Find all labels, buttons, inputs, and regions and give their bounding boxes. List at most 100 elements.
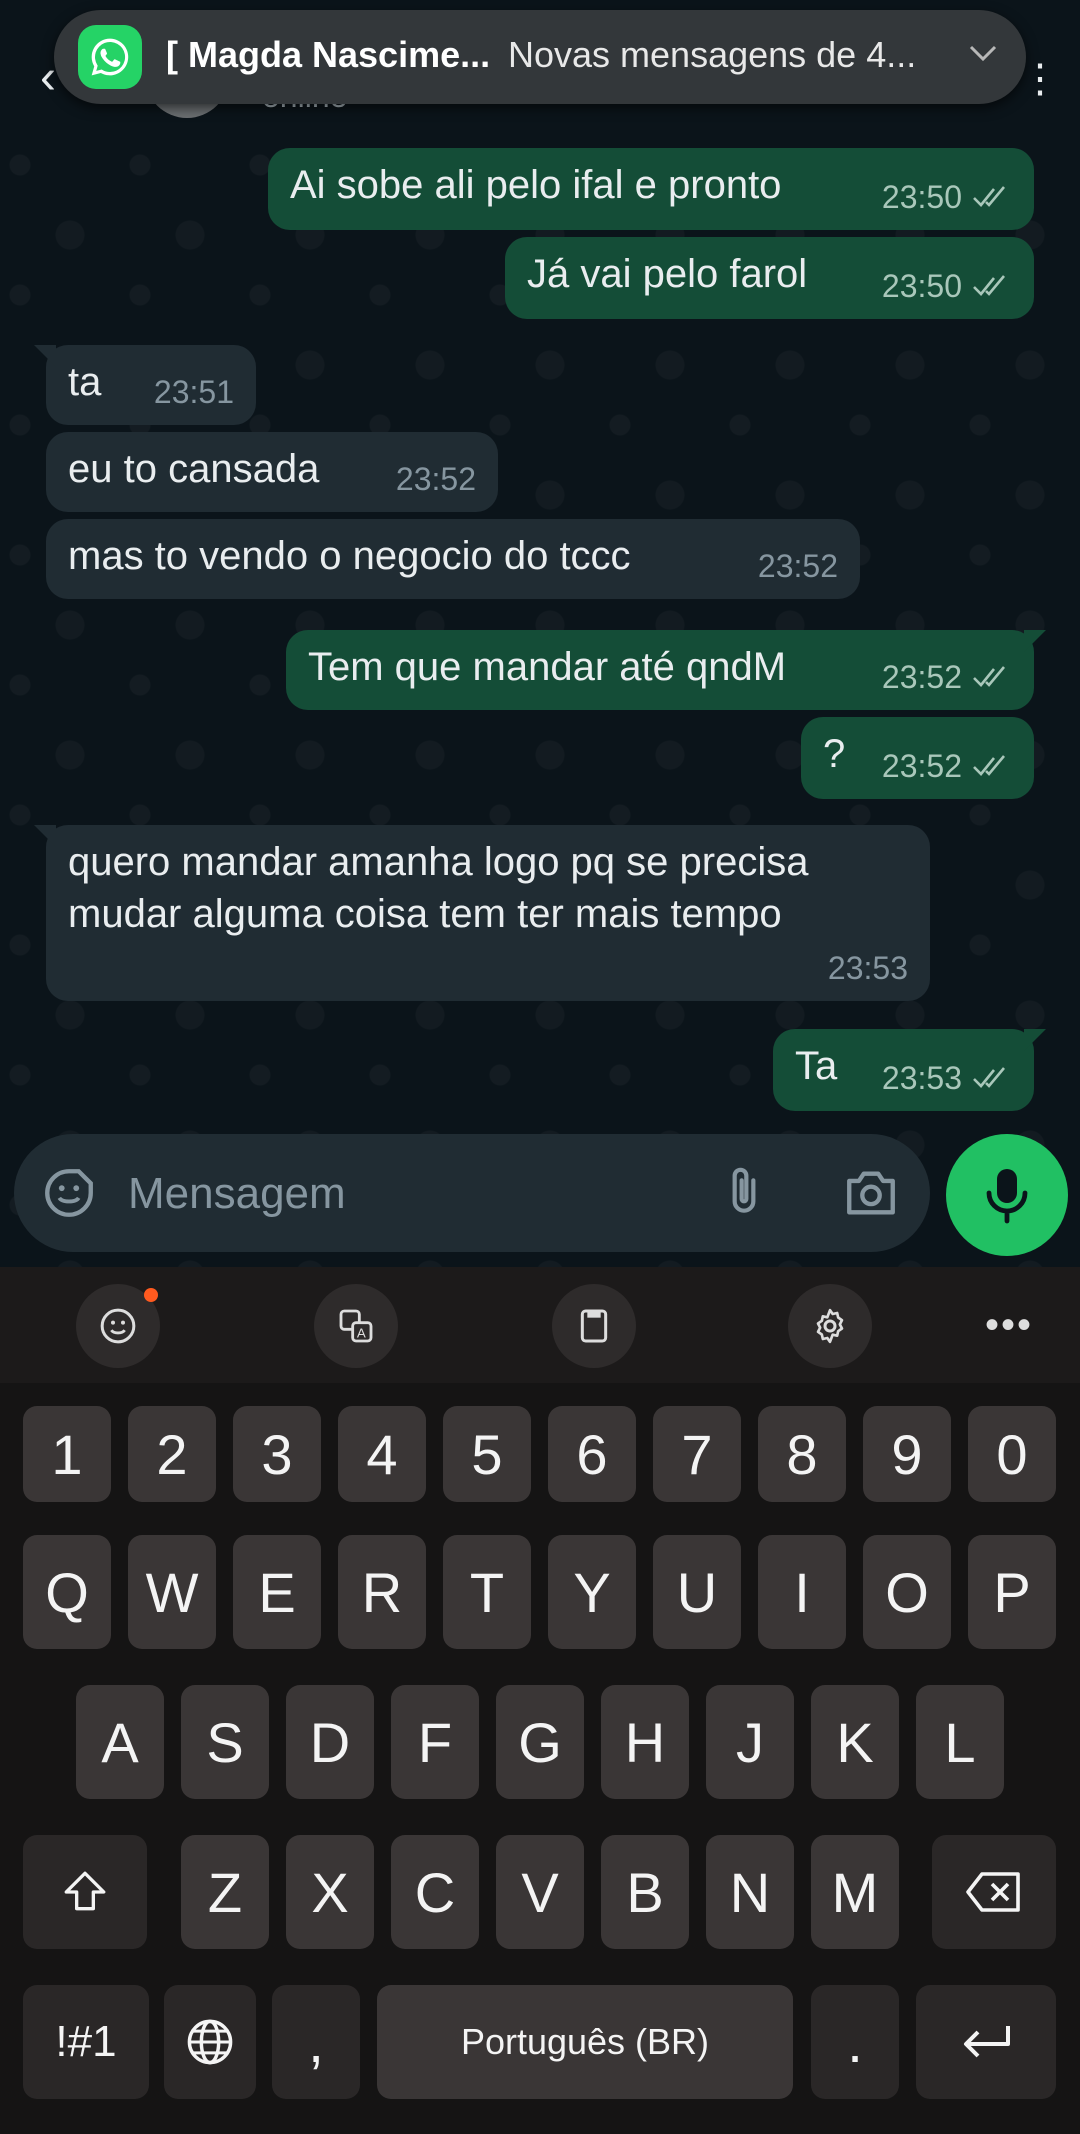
symbols-key[interactable]: !#1 — [23, 1985, 149, 2099]
message-meta: 23:52 — [882, 652, 1012, 702]
message-incoming[interactable]: eu to cansada 23:52 — [46, 432, 498, 512]
key-k[interactable]: K — [811, 1685, 899, 1799]
key-d[interactable]: D — [286, 1685, 374, 1799]
notification-dot — [144, 1288, 158, 1302]
sticker-emoji-icon[interactable] — [40, 1164, 98, 1222]
key-i[interactable]: I — [758, 1535, 846, 1649]
notification-title: [ Magda Nascime... — [166, 34, 491, 75]
message-meta: 23:53 — [882, 1053, 1012, 1103]
key-v[interactable]: V — [496, 1835, 584, 1949]
translate-icon: A — [339, 1309, 373, 1343]
whatsapp-icon — [78, 25, 142, 89]
comma-key[interactable]: , — [272, 1985, 360, 2099]
key-5[interactable]: 5 — [443, 1406, 531, 1502]
message-time: 23:52 — [395, 461, 476, 497]
shift-arrow-icon — [64, 1871, 106, 1911]
bubble-tail — [34, 345, 56, 367]
key-u[interactable]: U — [653, 1535, 741, 1649]
keyboard-settings-button[interactable] — [788, 1284, 872, 1368]
shift-key[interactable] — [23, 1835, 147, 1949]
key-p[interactable]: P — [968, 1535, 1056, 1649]
key-m[interactable]: M — [811, 1835, 899, 1949]
space-bar[interactable]: Português (BR) — [377, 1985, 793, 2099]
key-8[interactable]: 8 — [758, 1406, 846, 1502]
key-e[interactable]: E — [233, 1535, 321, 1649]
enter-key[interactable] — [916, 1985, 1056, 2099]
message-incoming[interactable]: mas to vendo o negocio do tccc 23:52 — [46, 519, 860, 599]
key-w[interactable]: W — [128, 1535, 216, 1649]
message-text-line: mudar alguma coisa tem ter mais tempo — [68, 892, 782, 936]
key-j[interactable]: J — [706, 1685, 794, 1799]
message-text: eu to cansada — [68, 447, 320, 491]
paperclip-icon[interactable] — [716, 1164, 772, 1220]
key-2[interactable]: 2 — [128, 1406, 216, 1502]
key-y[interactable]: Y — [548, 1535, 636, 1649]
bubble-tail — [1024, 1029, 1046, 1051]
key-g[interactable]: G — [496, 1685, 584, 1799]
notification-banner[interactable]: [ Magda Nascime... Novas mensagens de 4.… — [54, 10, 1026, 104]
key-o[interactable]: O — [863, 1535, 951, 1649]
key-z[interactable]: Z — [181, 1835, 269, 1949]
key-x[interactable]: X — [286, 1835, 374, 1949]
key-r[interactable]: R — [338, 1535, 426, 1649]
double-check-icon — [973, 755, 1005, 776]
key-0[interactable]: 0 — [968, 1406, 1056, 1502]
message-time: 23:53 — [827, 950, 908, 986]
key-9[interactable]: 9 — [863, 1406, 951, 1502]
clipboard-button[interactable] — [552, 1284, 636, 1368]
key-n[interactable]: N — [706, 1835, 794, 1949]
key-7[interactable]: 7 — [653, 1406, 741, 1502]
key-3[interactable]: 3 — [233, 1406, 321, 1502]
key-f[interactable]: F — [391, 1685, 479, 1799]
message-outgoing[interactable]: Tem que mandar até qndM 23:52 — [286, 630, 1046, 710]
message-outgoing[interactable]: ? 23:52 — [801, 717, 1034, 799]
message-text: mas to vendo o negocio do tccc — [68, 534, 631, 578]
message-text: Já vai pelo farol — [527, 252, 808, 296]
key-c[interactable]: C — [391, 1835, 479, 1949]
more-options-icon[interactable]: ⋮ — [1020, 56, 1060, 102]
camera-icon[interactable] — [842, 1166, 900, 1220]
message-text-line: quero mandar amanha logo pq se precisa — [68, 840, 809, 884]
message-time: 23:52 — [757, 548, 838, 584]
key-s[interactable]: S — [181, 1685, 269, 1799]
language-key[interactable] — [164, 1985, 256, 2099]
smiley-icon — [100, 1308, 136, 1344]
message-list[interactable]: Ai sobe ali pelo ifal e pronto 23:50 Já … — [0, 145, 1080, 1267]
globe-icon — [187, 2019, 233, 2065]
translate-button[interactable]: A — [314, 1284, 398, 1368]
key-q[interactable]: Q — [23, 1535, 111, 1649]
message-incoming[interactable]: quero mandar amanha logo pq se precisa m… — [34, 825, 930, 1001]
key-h[interactable]: H — [601, 1685, 689, 1799]
microphone-icon — [986, 1169, 1028, 1224]
voice-message-button[interactable] — [946, 1134, 1068, 1256]
chevron-down-icon[interactable] — [968, 44, 998, 64]
key-b[interactable]: B — [601, 1835, 689, 1949]
keyboard-toolbar: A ••• — [0, 1267, 1080, 1383]
message-input[interactable] — [126, 1164, 690, 1224]
message-incoming[interactable]: ta 23:51 — [34, 345, 256, 425]
message-composer — [14, 1134, 930, 1252]
message-text: Ta — [795, 1044, 838, 1088]
emoji-panel-button[interactable] — [76, 1284, 160, 1368]
message-outgoing[interactable]: Já vai pelo farol 23:50 — [505, 237, 1034, 319]
key-t[interactable]: T — [443, 1535, 531, 1649]
key-1[interactable]: 1 — [23, 1406, 111, 1502]
key-l[interactable]: L — [916, 1685, 1004, 1799]
period-key[interactable]: . — [811, 1985, 899, 2099]
message-time: 23:53 — [881, 1060, 962, 1096]
more-options-icon[interactable]: ••• — [985, 1303, 1033, 1348]
message-meta: 23:52 — [758, 541, 838, 591]
message-time: 23:50 — [881, 268, 962, 304]
key-6[interactable]: 6 — [548, 1406, 636, 1502]
key-a[interactable]: A — [76, 1685, 164, 1799]
message-text: ta — [68, 360, 102, 404]
double-check-icon — [973, 275, 1005, 296]
message-text: Ai sobe ali pelo ifal e pronto — [290, 163, 782, 207]
backspace-key[interactable] — [932, 1835, 1056, 1949]
key-4[interactable]: 4 — [338, 1406, 426, 1502]
message-time: 23:50 — [881, 179, 962, 215]
notification-text: Novas mensagens de 4... — [508, 34, 917, 75]
message-outgoing[interactable]: Ta 23:53 — [773, 1029, 1046, 1111]
message-meta: 23:51 — [154, 367, 234, 417]
message-outgoing[interactable]: Ai sobe ali pelo ifal e pronto 23:50 — [268, 148, 1034, 230]
